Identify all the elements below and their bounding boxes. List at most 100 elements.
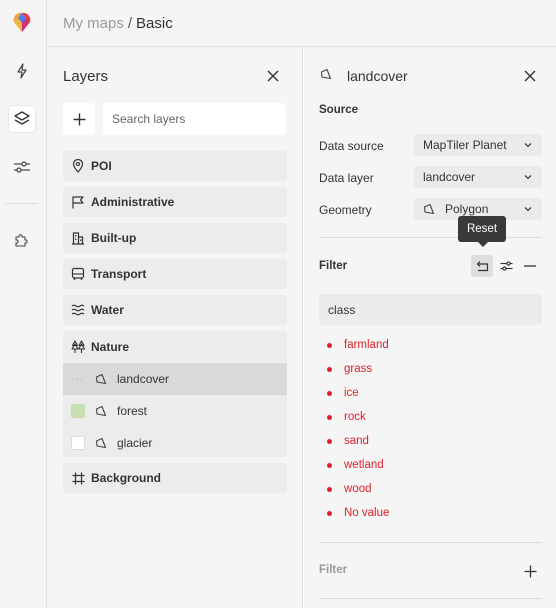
geometry-label: Geometry [319, 203, 372, 217]
close-layers-button[interactable] [264, 67, 282, 85]
filter-field-select[interactable]: class [319, 294, 542, 325]
close-properties-button[interactable] [521, 67, 539, 85]
layer-group-built-up[interactable]: Built-up [63, 223, 287, 253]
rail-layers-button[interactable] [9, 106, 35, 132]
filter-value-label: wetland [344, 459, 384, 471]
bus-icon [70, 266, 86, 282]
undo-icon [476, 261, 488, 272]
layer-item-forest[interactable]: forest [63, 395, 287, 427]
value-dot [327, 366, 332, 372]
waves-icon [70, 302, 86, 318]
layers-icon [14, 111, 30, 125]
filter-value-label: wood [344, 483, 372, 495]
close-icon [524, 70, 536, 82]
layer-item-label: landcover [117, 372, 170, 386]
layer-group-water[interactable]: Water [63, 295, 287, 325]
layers-panel: Layers POI Administrative Built-up Trans… [47, 47, 303, 608]
value-dot [327, 462, 332, 468]
filter-value-label: rock [344, 411, 366, 423]
layer-group-nature: Nature ··· landcover forest glacier [63, 331, 287, 457]
reset-filter-button[interactable] [471, 255, 493, 277]
layer-group-background[interactable]: Background [63, 463, 287, 493]
breadcrumb-separator: / [127, 14, 133, 32]
layer-group-label: Nature [91, 340, 130, 354]
polygon-icon [94, 437, 108, 449]
layer-color-swatch[interactable] [71, 436, 85, 450]
search-layers-input[interactable] [103, 103, 286, 135]
divider [319, 237, 542, 238]
layer-item-label: glacier [117, 436, 153, 450]
layer-group-label: Administrative [91, 195, 175, 209]
value-dot [327, 390, 332, 396]
filter-value-label: grass [344, 363, 373, 375]
filter-value-label: No value [344, 507, 390, 519]
data-layer-value: landcover [423, 170, 476, 184]
value-dot [327, 342, 332, 348]
filter-value-sand[interactable]: sand [327, 435, 369, 447]
filter-value-label: ice [344, 387, 359, 399]
add-layer-button[interactable] [63, 103, 95, 135]
sliders-icon [14, 161, 30, 173]
add-filter-button[interactable] [522, 563, 538, 579]
layer-group-administrative[interactable]: Administrative [63, 187, 287, 217]
rail-lightning-button[interactable] [9, 58, 35, 84]
plus-icon [73, 113, 85, 125]
sliders-icon [500, 261, 512, 271]
divider [319, 598, 542, 599]
polygon-icon [320, 68, 332, 83]
value-dot [327, 510, 332, 516]
layer-item-glacier[interactable]: glacier [63, 427, 287, 459]
layer-item-landcover[interactable]: ··· landcover [63, 363, 287, 395]
filter-value-wetland[interactable]: wetland [327, 459, 384, 471]
frame-icon [70, 470, 86, 486]
polygon-icon [94, 373, 108, 385]
puzzle-icon [15, 234, 28, 247]
layer-group-label: Water [91, 303, 124, 317]
breadcrumb: My maps / Basic [47, 0, 556, 47]
polygon-icon [94, 405, 108, 417]
remove-filter-button[interactable] [519, 255, 541, 277]
rail-extensions-button[interactable] [9, 227, 35, 253]
chevron-down-icon [524, 207, 532, 212]
layer-group-label: Transport [91, 267, 147, 281]
filter-value-ice[interactable]: ice [327, 387, 359, 399]
divider [319, 542, 542, 543]
layer-group-nature-header[interactable]: Nature [63, 331, 287, 363]
data-layer-select[interactable]: landcover [414, 166, 542, 188]
data-source-value: MapTiler Planet [423, 138, 507, 152]
filter-value-grass[interactable]: grass [327, 363, 372, 375]
filter-value-label: farmland [344, 339, 389, 351]
maptiler-logo-icon[interactable] [11, 11, 33, 33]
properties-title: landcover [347, 68, 408, 84]
layer-group-transport[interactable]: Transport [63, 259, 287, 289]
layer-properties-panel: landcover Source Data source MapTiler Pl… [304, 47, 556, 608]
source-heading: Source [319, 104, 358, 116]
trees-icon [70, 339, 86, 355]
data-layer-label: Data layer [319, 171, 374, 185]
layer-group-poi[interactable]: POI [63, 151, 287, 181]
drag-handle[interactable]: ··· [71, 374, 85, 385]
layers-panel-title: Layers [63, 68, 109, 85]
polygon-icon [423, 203, 435, 215]
close-icon [267, 70, 279, 82]
rail-divider [6, 203, 38, 204]
filter-value-farmland[interactable]: farmland [327, 339, 389, 351]
flag-icon [70, 194, 86, 210]
breadcrumb-parent-link[interactable]: My maps [63, 15, 124, 32]
filter-heading: Filter [319, 260, 348, 272]
data-source-label: Data source [319, 139, 384, 153]
data-source-select[interactable]: MapTiler Planet [414, 134, 542, 156]
value-dot [327, 486, 332, 492]
value-dot [327, 438, 332, 444]
chevron-down-icon [524, 143, 532, 148]
rail-sliders-button[interactable] [9, 154, 35, 180]
value-dot [327, 414, 332, 420]
minus-icon [524, 265, 536, 267]
filter-value-wood[interactable]: wood [327, 483, 372, 495]
filter-value-rock[interactable]: rock [327, 411, 366, 423]
reset-tooltip: Reset [458, 216, 506, 247]
filter-value-no-value[interactable]: No value [327, 507, 389, 519]
filter-settings-button[interactable] [495, 255, 517, 277]
filter-value-label: sand [344, 435, 369, 447]
layer-color-swatch[interactable] [71, 404, 85, 418]
